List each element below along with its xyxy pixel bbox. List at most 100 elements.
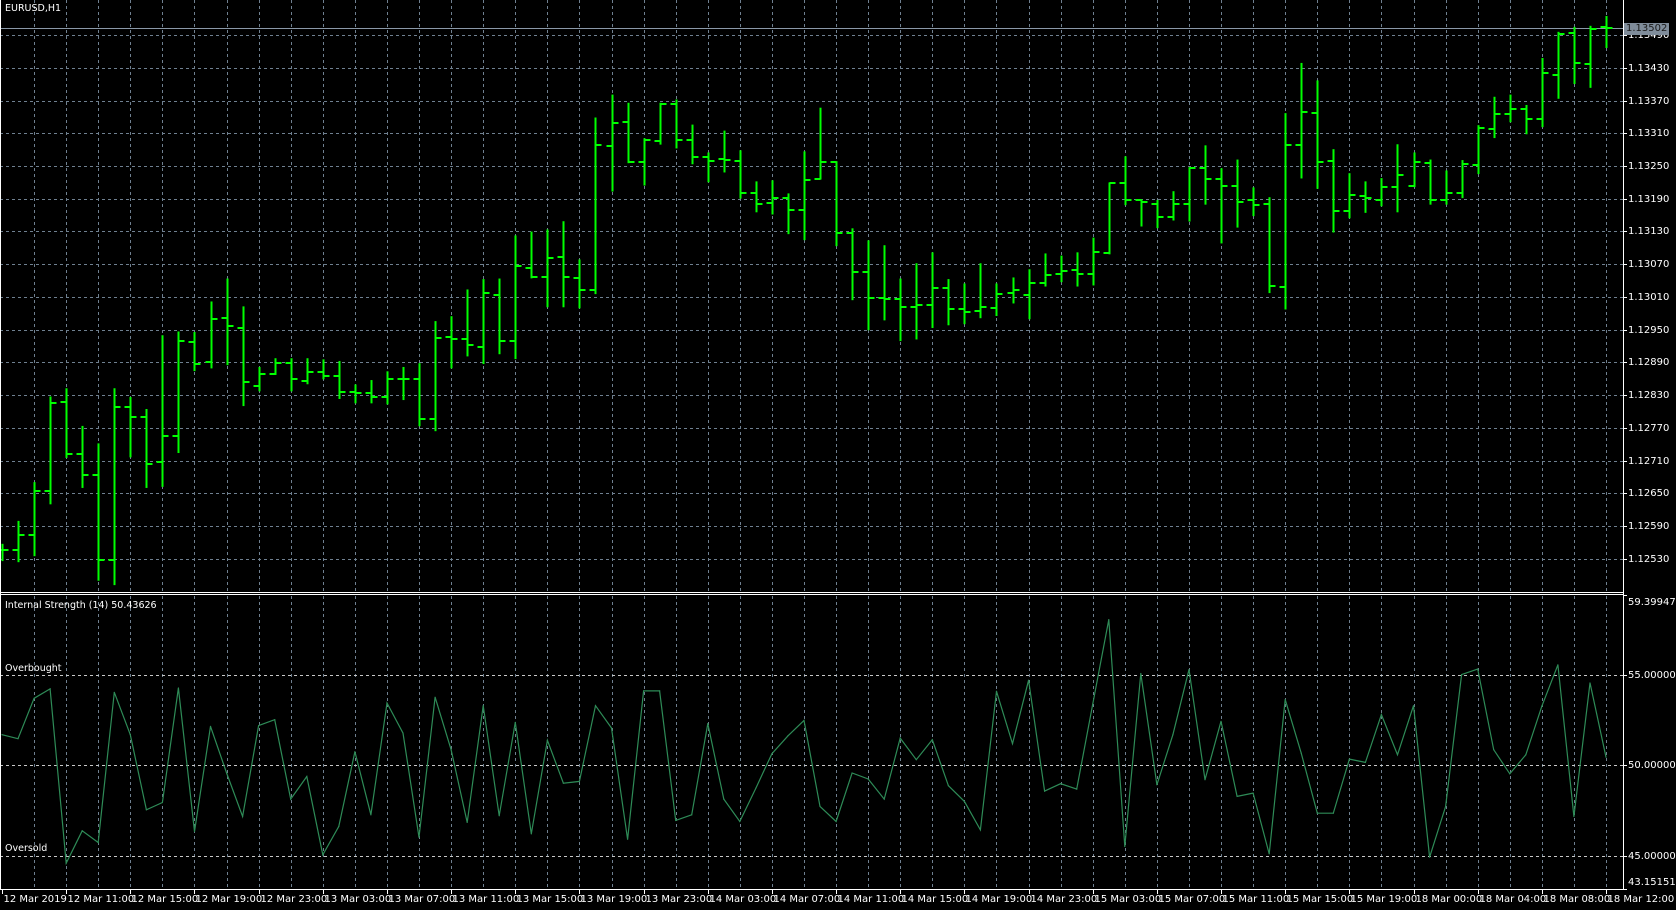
ohlc-bar [830,161,843,247]
price-axis-label: 1.12710 [1628,455,1670,467]
time-axis-label: 15 Mar 03:00 [1094,894,1162,905]
price-axis-label: 1.12830 [1628,389,1670,401]
ohlc-bar [108,388,121,586]
ohlc-bar [301,358,314,385]
indicator-point [434,696,436,698]
time-axis-label: 14 Mar 03:00 [709,894,777,905]
ohlc-bar [766,180,779,215]
ohlc-bar [188,332,201,372]
ohlc-bar [622,102,635,164]
ohlc-bar [1119,156,1132,206]
time-axis-label: 12 Mar 2019 [3,894,67,905]
indicator-point [659,690,661,692]
time-axis-label: 14 Mar 19:00 [965,894,1033,905]
indicator-point [306,775,308,778]
indicator-point [1525,754,1527,756]
price-axis-label: 1.12530 [1628,553,1670,565]
indicator-point [1172,734,1174,736]
price-axis-label: 1.13010 [1628,291,1670,303]
chart-canvas[interactable] [0,0,1676,910]
indicator-point [338,825,340,828]
indicator-point [65,862,67,864]
ohlc-bar [1488,96,1501,139]
ohlc-bar [156,335,169,487]
time-axis-label: 14 Mar 07:00 [773,894,841,905]
ohlc-bar [1199,145,1212,205]
ohlc-bar [477,279,490,365]
indicator-point [1044,790,1046,792]
ohlc-bar [1087,237,1100,286]
ohlc-bar [1151,199,1164,229]
ohlc-bar [1359,181,1372,213]
indicator-grid [0,595,1627,890]
ohlc-bar [445,316,458,369]
indicator-axis-label: 50.00000 [1628,759,1676,771]
price-axis-label: 1.12590 [1628,520,1670,532]
price-axis-label: 1.12650 [1628,487,1670,499]
time-axis-label: 15 Mar 11:00 [1222,894,1290,905]
indicator-point [402,732,404,734]
indicator-point [979,829,982,831]
indicator-point [562,782,565,784]
ohlc-bar [205,301,218,369]
ohlc-bar [1311,80,1324,189]
chart-title: EURUSD,H1 [5,3,62,14]
ohlc-bar [1039,253,1052,287]
ohlc-bar [60,388,73,458]
indicator-point [209,725,212,727]
indicator-point [643,690,645,692]
indicator-point [675,819,677,822]
ohlc-bar [1231,159,1244,228]
price-axis-label: 1.13070 [1628,258,1670,270]
indicator-point [33,697,35,699]
ohlc-bar [172,331,185,454]
indicator-point [1412,705,1415,707]
ohlc-bar [1135,199,1148,227]
ohlc-bar [1183,167,1196,222]
indicator-point [290,798,292,800]
indicator-point [1380,713,1383,716]
ohlc-bar [429,321,442,432]
time-axis-label: 18 Mar 00:00 [1415,894,1483,905]
indicator-point [578,780,581,782]
time-axis-label: 18 Mar 08:00 [1543,894,1611,905]
indicator-point [1268,853,1270,855]
ohlc-bar [1327,149,1340,233]
ohlc-bar [1055,255,1068,283]
indicator-point [1573,815,1575,818]
indicator-point [1332,812,1334,814]
indicator-point [354,751,356,753]
indicator-point [915,759,917,761]
indicator-point [1060,783,1062,785]
ohlc-bar [1408,152,1421,188]
indicator-point [755,787,757,789]
time-axis-label: 14 Mar 15:00 [901,894,969,905]
indicator-point [1493,749,1495,751]
ohlc-bar [894,278,907,342]
ohlc-bar [413,363,426,427]
ohlc-bar [221,278,234,366]
indicator-point [787,735,789,737]
ohlc-bar [974,263,987,319]
indicator-point [771,753,773,755]
indicator-point [883,798,885,800]
indicator-point [193,830,196,833]
ohlc-bar [638,138,651,186]
ohlc-bar [654,102,667,145]
indicator-point [1204,779,1206,781]
ohlc-bar [253,366,266,392]
price-axis-label: 1.12770 [1628,422,1670,434]
indicator-point [947,785,949,787]
ohlc-bar [942,279,955,326]
indicator-axis-label: 45.00000 [1628,850,1676,862]
indicator-point [1557,664,1559,666]
price-axis-label: 1.13370 [1628,95,1670,107]
ohlc-bar [862,240,875,331]
time-axis-label: 12 Mar 19:00 [195,894,263,905]
indicator-point [723,798,725,800]
indicator-point [49,688,51,690]
time-axis-label: 15 Mar 07:00 [1158,894,1226,905]
ohlc-bar [140,408,153,488]
ohlc-bar [1520,104,1533,135]
ohlc-bar [1215,168,1228,244]
